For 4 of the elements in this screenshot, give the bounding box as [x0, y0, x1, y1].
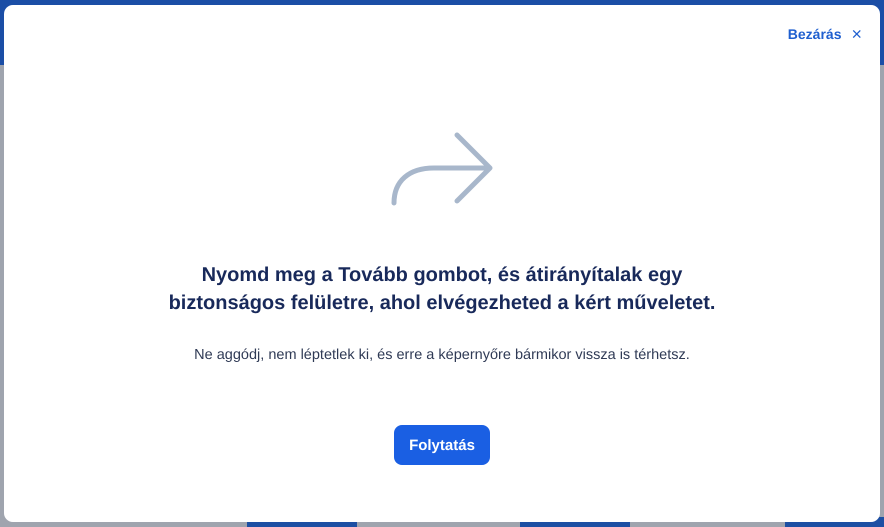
continue-button[interactable]: Folytatás [394, 425, 490, 465]
dialog-heading: Nyomd meg a Tovább gombot, és átirányítalak egy biztonságos felületre, ahol elvégezheted a kért műveletet. [168, 263, 716, 316]
close-button[interactable]: Bezárás × [788, 25, 862, 43]
dialog-message: Ne aggódj, nem léptetlek ki, és erre a képernyőre bármikor vissza is térhetsz. [194, 347, 690, 363]
